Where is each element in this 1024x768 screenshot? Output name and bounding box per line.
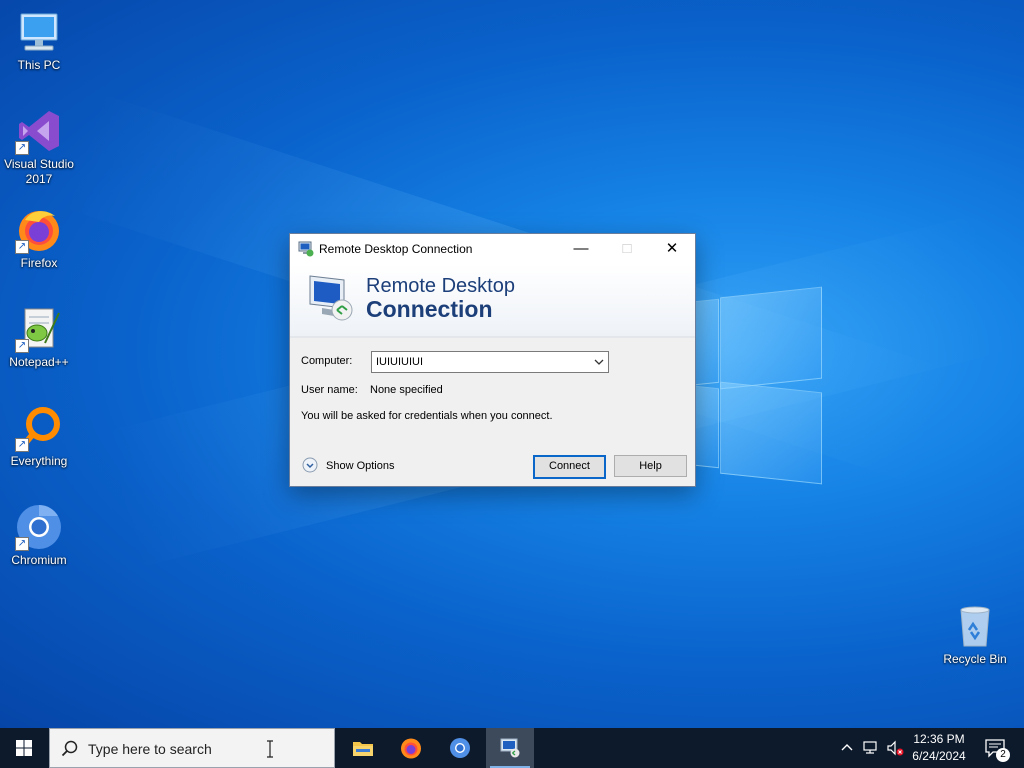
minimize-icon: —: [573, 240, 589, 257]
clock-time: 12:36 PM: [913, 732, 965, 746]
username-label: User name:: [301, 384, 358, 396]
computer-value: IUIUIUIUI: [376, 356, 424, 368]
chromium-icon: ↗: [15, 503, 63, 551]
maximize-icon: □: [622, 240, 632, 257]
desktop-icon-label: Chromium: [11, 553, 67, 567]
everything-icon: ↗: [15, 404, 63, 452]
remote-desktop-logo-icon: [304, 270, 358, 324]
taskbar: Type here to search 12:36 PM 6/24/2024 2: [0, 728, 1024, 768]
firefox-icon: ↗: [15, 206, 63, 254]
taskbar-clock[interactable]: 12:36 PM 6/24/2024: [906, 731, 972, 765]
wallpaper-logo-pane: [695, 385, 719, 469]
taskbar-search-box[interactable]: Type here to search: [49, 728, 335, 768]
clock-date: 6/24/2024: [912, 749, 966, 763]
visual-studio-icon: ↗: [15, 107, 63, 155]
search-icon: [61, 740, 79, 758]
show-options-toggle[interactable]: Show Options: [302, 457, 402, 475]
desktop-icon-label: Visual Studio 2017: [4, 157, 74, 186]
desktop-icon-visual-studio[interactable]: ↗ Visual Studio 2017: [1, 107, 77, 187]
chevron-up-icon[interactable]: [838, 739, 856, 757]
rdp-window-title: Remote Desktop Connection: [319, 242, 473, 256]
file-explorer-icon: [352, 738, 374, 758]
username-value: None specified: [370, 384, 443, 396]
shortcut-arrow-icon: ↗: [15, 141, 29, 155]
this-pc-icon: [15, 8, 63, 56]
desktop-icon-label: Notepad++: [9, 355, 69, 369]
desktop-icon-label: Recycle Bin: [943, 652, 1007, 666]
expand-circle-icon: [302, 457, 318, 473]
firefox-icon: [400, 737, 422, 759]
desktop-icon-everything[interactable]: ↗ Everything: [1, 404, 77, 469]
desktop-icon-recycle-bin[interactable]: Recycle Bin: [937, 602, 1013, 667]
desktop-icon-chromium[interactable]: ↗ Chromium: [1, 503, 77, 568]
computer-label: Computer:: [301, 355, 353, 367]
desktop-icon-firefox[interactable]: ↗ Firefox: [1, 206, 77, 271]
desktop-icon-label: Firefox: [20, 256, 58, 270]
computer-combobox[interactable]: IUIUIUIUI: [371, 351, 609, 373]
shortcut-arrow-icon: ↗: [15, 438, 29, 452]
notepadpp-icon: ↗: [15, 305, 63, 353]
shortcut-arrow-icon: ↗: [15, 537, 29, 551]
start-button[interactable]: [0, 728, 48, 768]
rdp-window: Remote Desktop Connection — □ ✕ Remote D…: [289, 233, 696, 487]
minimize-button[interactable]: —: [558, 234, 604, 264]
wallpaper-logo-pane: [695, 298, 719, 386]
recycle-bin-icon: [951, 602, 999, 650]
desktop-icon-label: This PC: [17, 58, 61, 72]
remote-desktop-icon: [499, 737, 521, 759]
help-button[interactable]: Help: [614, 455, 687, 477]
desktop-icon-label: Everything: [10, 454, 68, 468]
wallpaper-logo-pane: [720, 381, 822, 485]
shortcut-arrow-icon: ↗: [15, 339, 29, 353]
desktop: This PC ↗ Visual Studio 2017 ↗ Firefox ↗…: [0, 0, 1024, 728]
search-placeholder: Type here to search: [88, 741, 212, 757]
shortcut-arrow-icon: ↗: [15, 240, 29, 254]
taskbar-remote-desktop[interactable]: [486, 728, 534, 768]
banner-title-line2: Connection: [366, 296, 493, 322]
windows-logo-icon: [16, 740, 32, 756]
wallpaper-logo-pane: [720, 286, 822, 390]
remote-desktop-icon: [298, 241, 314, 257]
chromium-icon: [449, 737, 471, 759]
desktop-icon-this-pc[interactable]: This PC: [1, 8, 77, 73]
close-icon: ✕: [665, 240, 679, 257]
taskbar-firefox[interactable]: [387, 728, 435, 768]
network-icon[interactable]: [862, 739, 880, 757]
connect-button[interactable]: Connect: [533, 455, 606, 479]
close-button[interactable]: ✕: [649, 234, 695, 264]
banner-title-line1: Remote Desktop: [366, 275, 515, 297]
text-cursor-icon: [265, 739, 275, 759]
banner-divider: [290, 336, 695, 338]
taskbar-file-explorer[interactable]: [338, 728, 386, 768]
chevron-down-icon[interactable]: [593, 352, 605, 372]
rdp-titlebar[interactable]: Remote Desktop Connection — □ ✕: [290, 234, 695, 264]
show-options-label: Show Options: [326, 460, 395, 472]
desktop-icon-notepadpp[interactable]: ↗ Notepad++: [1, 305, 77, 370]
rdp-banner: Remote Desktop Connection: [290, 264, 695, 337]
maximize-button: □: [604, 234, 650, 264]
volume-muted-icon[interactable]: [886, 739, 904, 757]
credentials-info-text: You will be asked for credentials when y…: [301, 410, 553, 422]
notification-count-badge: 2: [996, 748, 1010, 762]
taskbar-chromium[interactable]: [436, 728, 484, 768]
